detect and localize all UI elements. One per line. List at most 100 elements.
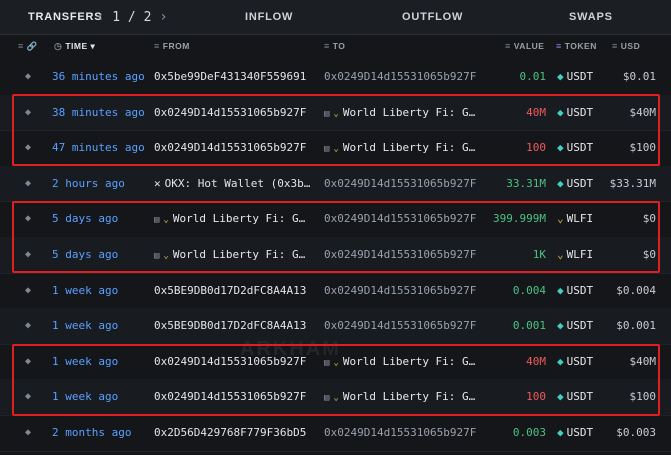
token-symbol: WLFI: [566, 248, 594, 261]
filter-icon: ≡: [154, 41, 160, 51]
wlfi-token-icon: ⌄: [557, 248, 564, 261]
table-row[interactable]: ◆ 5 days ago ▤ ⌄ World Liberty Fi: G… 0x0249D…: [0, 237, 671, 274]
time-link[interactable]: 1 week ago: [52, 379, 150, 415]
transfer-value: 100: [526, 141, 546, 155]
ethereum-chain-icon: ◆: [25, 249, 32, 260]
table-row[interactable]: ◆ 47 minutes ago 0x0249D14d15531065b927F ▤ ⌄…: [0, 130, 671, 167]
filter-icon: ≡: [612, 41, 618, 51]
from-address[interactable]: 0x0249D14d15531065b927F: [154, 130, 314, 166]
table-row[interactable]: ◆ 2 months ago 0x2D56D429768F779F36bD5 0x02…: [0, 415, 671, 452]
from-column-header[interactable]: ≡ FROM: [154, 34, 190, 58]
usd-value: $0.001: [616, 319, 656, 333]
time-link[interactable]: 36 minutes ago: [52, 59, 150, 95]
time-link[interactable]: 5 days ago: [52, 237, 150, 273]
next-page-icon[interactable]: ›: [159, 9, 167, 25]
to-address[interactable]: 0x0249D14d15531065b927F: [324, 308, 484, 344]
from-address[interactable]: ▤ ⌄ World Liberty Fi: G…: [154, 201, 314, 237]
from-address[interactable]: 0x5BE9DB0d17D2dFC8A4A13: [154, 273, 314, 309]
ethereum-chain-icon: ◆: [25, 355, 32, 367]
to-address[interactable]: 0x0249D14d15531065b927F: [324, 237, 484, 273]
time-link[interactable]: 38 minutes ago: [52, 95, 150, 131]
from-address[interactable]: 0x2D56D429768F779F36bD5: [154, 415, 314, 451]
ethereum-chain-icon: ◆: [25, 177, 32, 189]
to-address[interactable]: 0x0249D14d15531065b927F: [324, 415, 484, 451]
usd-column-header[interactable]: ≡ USD: [612, 34, 640, 58]
transfer-value: 399.999M: [493, 212, 546, 226]
table-row[interactable]: ◆ 1 week ago 0x0249D14d15531065b927F ▤ ⌄ Worl…: [0, 379, 671, 416]
token-symbol: USDT: [566, 141, 594, 155]
ethereum-chain-icon: ◆: [25, 213, 32, 225]
time-link[interactable]: 2 hours ago: [52, 166, 150, 202]
table-row[interactable]: ◆ 36 minutes ago 0x5be99DeF431340F559691 0x…: [0, 59, 671, 96]
tab-inflow[interactable]: INFLOW: [245, 0, 293, 34]
wlfi-logo-icon: ⌄: [333, 108, 339, 119]
to-address[interactable]: ▤ ⌄ World Liberty Fi: G…: [324, 130, 484, 166]
wlfi-logo-icon: ⌄: [163, 215, 169, 226]
prev-page-icon[interactable]: ‹: [96, 9, 104, 25]
from-address[interactable]: ✕ OKX: Hot Wallet (0x3b…: [154, 166, 314, 202]
token-symbol: USDT: [566, 105, 594, 119]
transfer-value: 40M: [526, 354, 546, 368]
time-link[interactable]: 1 week ago: [52, 344, 150, 380]
transfer-value: 0.01: [519, 70, 547, 83]
to-address[interactable]: 0x0249D14d15531065b927F: [324, 273, 484, 309]
entity-document-icon: ▤: [154, 251, 160, 261]
usdt-token-icon: ◆: [557, 105, 564, 119]
time-link[interactable]: 5 days ago: [52, 201, 150, 237]
transfer-value: 33.31M: [506, 176, 546, 190]
entity-name: World Liberty Fi: G…: [342, 105, 476, 119]
usd-value: $0.003: [616, 426, 656, 439]
transfer-value: 0.003: [512, 426, 546, 439]
ethereum-chain-icon: ◆: [25, 284, 32, 296]
wlfi-logo-icon: ⌄: [333, 144, 339, 155]
to-address[interactable]: ▤ ⌄ World Liberty Fi: G…: [324, 344, 484, 380]
usd-value: $0.004: [616, 283, 656, 297]
entity-document-icon: ▤: [324, 144, 330, 155]
time-link[interactable]: 2 months ago: [52, 415, 150, 451]
watermark-logo: ARKHAM: [240, 338, 341, 360]
value-column-header[interactable]: ≡ VALUE: [505, 34, 544, 58]
usd-value: $40M: [629, 354, 657, 368]
to-address[interactable]: 0x0249D14d15531065b927F: [324, 59, 484, 95]
tab-transfers[interactable]: TRANSFERS: [28, 0, 102, 34]
entity-name: World Liberty Fi: G…: [342, 354, 476, 368]
to-column-header[interactable]: ≡ TO: [324, 34, 345, 58]
time-link[interactable]: 1 week ago: [52, 273, 150, 309]
ethereum-chain-icon: ◆: [25, 427, 32, 438]
wlfi-logo-icon: ⌄: [333, 393, 339, 404]
table-row[interactable]: ◆ 38 minutes ago 0x0249D14d15531065b927F ▤ ⌄…: [0, 94, 671, 132]
time-column-header[interactable]: ◷ TIME ▾: [54, 34, 95, 58]
from-address[interactable]: 0x0249D14d15531065b927F: [154, 95, 314, 131]
time-link[interactable]: 47 minutes ago: [52, 130, 150, 166]
wlfi-token-icon: ⌄: [557, 212, 564, 226]
from-address[interactable]: 0x5be99DeF431340F559691: [154, 59, 314, 95]
usdt-token-icon: ◆: [557, 319, 564, 333]
token-symbol: USDT: [566, 283, 594, 297]
from-address[interactable]: 0x0249D14d15531065b927F: [154, 379, 314, 415]
to-address[interactable]: ▤ ⌄ World Liberty Fi: G…: [324, 379, 484, 415]
to-address[interactable]: 0x0249D14d15531065b927F: [324, 166, 484, 202]
token-symbol: USDT: [566, 319, 594, 333]
usdt-token-icon: ◆: [557, 283, 564, 297]
page-indicator: 1 / 2: [112, 10, 152, 25]
from-address[interactable]: ▤ ⌄ World Liberty Fi: G…: [154, 237, 314, 273]
to-address[interactable]: ▤ ⌄ World Liberty Fi: G…: [324, 95, 484, 131]
usdt-token-icon: ◆: [557, 70, 564, 83]
tab-outflow[interactable]: OUTFLOW: [402, 0, 463, 34]
ethereum-chain-icon: ◆: [25, 71, 32, 82]
chain-filter-icon[interactable]: ≡ 🔗: [18, 34, 38, 58]
entity-name: World Liberty Fi: G…: [342, 141, 476, 155]
ethereum-chain-icon: ◆: [25, 320, 32, 332]
entity-document-icon: ▤: [154, 215, 160, 226]
transfer-value: 40M: [526, 105, 546, 119]
entity-document-icon: ▤: [324, 393, 330, 404]
table-row[interactable]: ◆ 2 hours ago ✕ OKX: Hot Wallet (0x3b… 0x024…: [0, 165, 671, 203]
table-row[interactable]: ◆ 1 week ago 0x5BE9DB0d17D2dFC8A4A13 0x0249…: [0, 273, 671, 310]
tab-swaps[interactable]: SWAPS: [569, 0, 613, 34]
table-row[interactable]: ◆ 5 days ago ▤ ⌄ World Liberty Fi: G… 0x0249D…: [0, 201, 671, 238]
time-link[interactable]: 1 week ago: [52, 308, 150, 344]
tab-bar: TRANSFERS ‹ 1 / 2 › INFLOW OUTFLOW SWAPS: [0, 0, 671, 35]
usdt-token-icon: ◆: [557, 141, 564, 155]
token-column-header[interactable]: ≡ TOKEN: [556, 34, 597, 58]
to-address[interactable]: 0x0249D14d15531065b927F: [324, 201, 484, 237]
